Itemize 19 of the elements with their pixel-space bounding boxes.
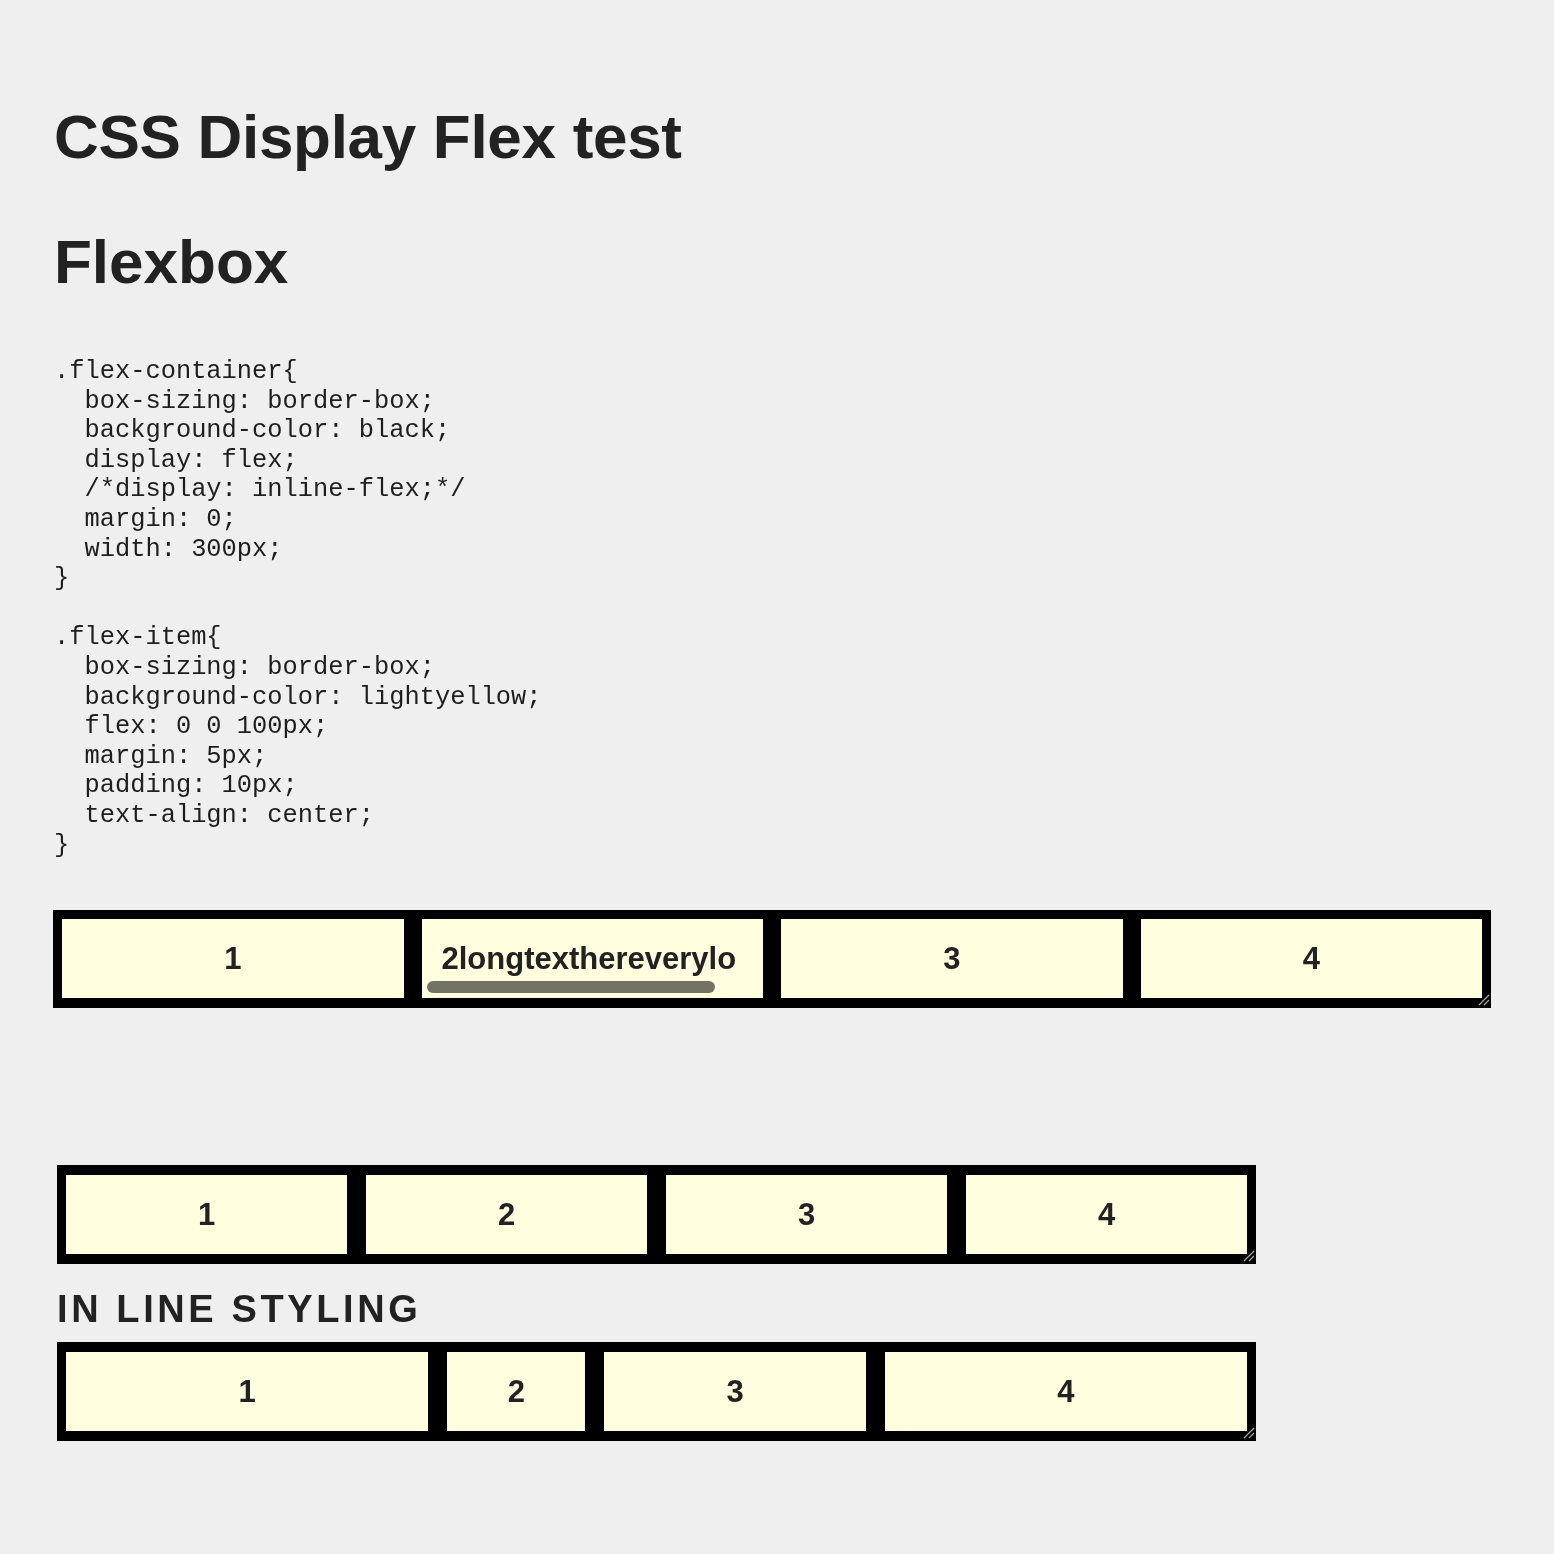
code-text: .flex-container{ box-sizing: border-box; background-color: black; display: flex; /*display: inline-flex;*/ margin: 0; width: 300px; } .flex-item{ box-sizing: border-box; background-color: lightyellow; flex: 0 0 100px; margin: 5px; padding: 10px; text-align: center; } — [54, 357, 542, 861]
item-label: 2 — [497, 1197, 516, 1232]
item-label: 2longtexthereverylo — [441, 941, 737, 976]
resize-handle-icon[interactable] — [1243, 1250, 1255, 1263]
section-label: IN LINE STYLING — [57, 1290, 422, 1329]
item-label: 1 — [197, 1197, 216, 1232]
item-label: 3 — [943, 941, 961, 976]
item-label: 1 — [238, 1374, 256, 1409]
item-label: 3 — [797, 1197, 816, 1232]
item-label: 2 — [507, 1374, 525, 1409]
scrollbar-thumb[interactable] — [426, 981, 715, 994]
item-label: 4 — [1302, 941, 1320, 976]
item-label: 4 — [1097, 1197, 1116, 1232]
item-label: 1 — [224, 941, 242, 976]
section-heading: Flexbox — [54, 231, 289, 293]
resize-handle-icon[interactable] — [1478, 994, 1490, 1007]
resize-handle-icon[interactable] — [1243, 1427, 1255, 1440]
item-label: 3 — [726, 1374, 744, 1409]
item-label: 4 — [1057, 1374, 1075, 1409]
